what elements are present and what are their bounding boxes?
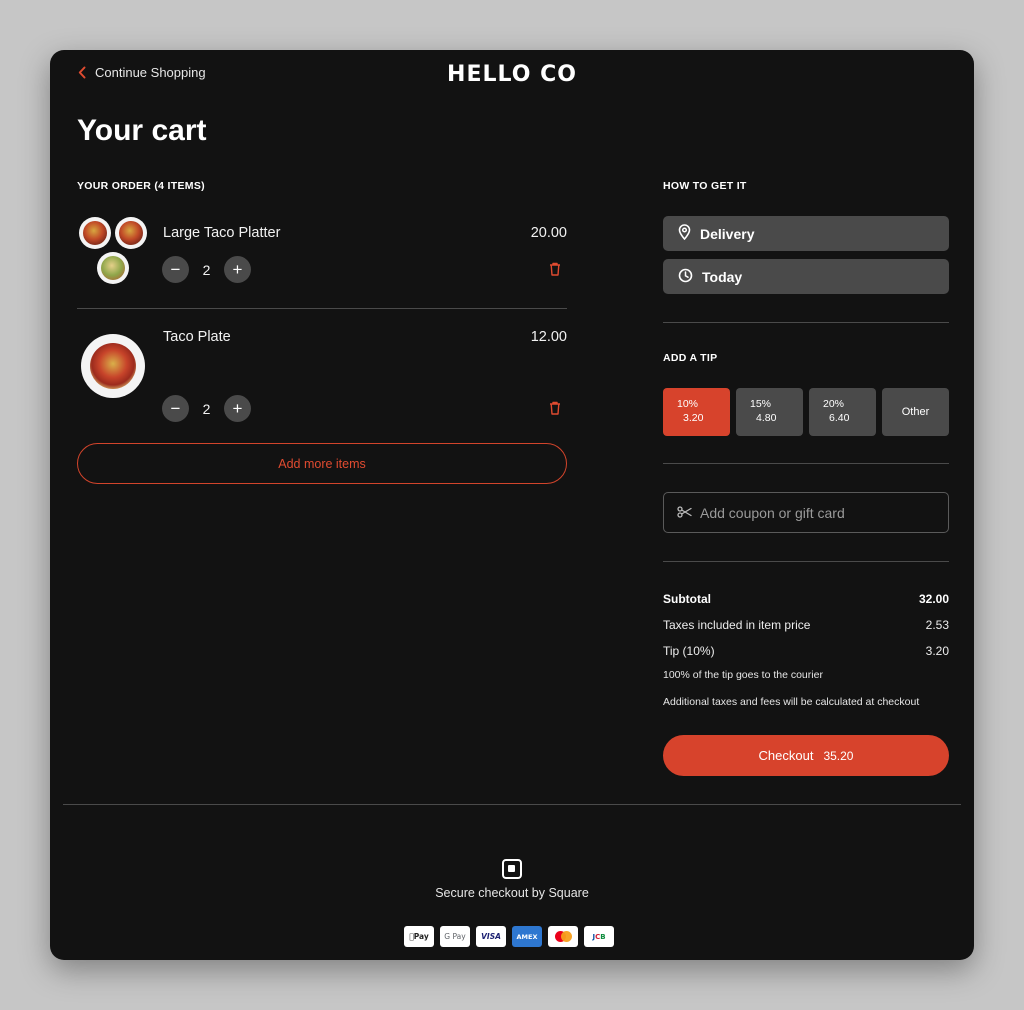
cart-item: Large Taco Platter 20.00 − 2 + bbox=[77, 217, 567, 317]
divider bbox=[663, 463, 949, 464]
subtotal-row: Subtotal 32.00 bbox=[663, 592, 949, 606]
tip-percent: 15% bbox=[750, 398, 772, 411]
trash-icon[interactable] bbox=[549, 262, 561, 281]
quantity-stepper: − 2 + bbox=[162, 256, 251, 283]
quantity-stepper: − 2 + bbox=[162, 395, 251, 422]
delivery-time-button[interactable]: Today bbox=[663, 259, 949, 294]
apple-pay-icon: Pay bbox=[404, 926, 434, 947]
divider bbox=[663, 561, 949, 562]
item-name: Large Taco Platter bbox=[163, 225, 281, 241]
coupon-input[interactable]: Add coupon or gift card bbox=[663, 492, 949, 533]
divider bbox=[663, 322, 949, 323]
page-title: Your cart bbox=[77, 114, 207, 147]
fees-note: Additional taxes and fees will be calcul… bbox=[663, 696, 920, 708]
item-price: 12.00 bbox=[530, 329, 567, 345]
footer-divider bbox=[63, 804, 961, 805]
increase-quantity-button[interactable]: + bbox=[224, 395, 251, 422]
scissors-icon bbox=[677, 505, 693, 521]
increase-quantity-button[interactable]: + bbox=[224, 256, 251, 283]
tip-percent: 10% bbox=[677, 398, 699, 411]
square-logo-icon bbox=[502, 859, 522, 879]
brand-logo[interactable]: HELLO CO bbox=[50, 62, 974, 87]
divider bbox=[77, 308, 567, 309]
item-quantity: 2 bbox=[202, 400, 211, 417]
delivery-method-label: Delivery bbox=[700, 225, 755, 242]
item-image bbox=[81, 334, 145, 398]
cart-item: Taco Plate 12.00 − 2 + bbox=[77, 326, 567, 426]
tip-label: Tip (10%) bbox=[663, 644, 715, 658]
tip-amount: 3.20 bbox=[683, 412, 704, 424]
checkout-label: Checkout bbox=[758, 748, 814, 763]
payment-methods: Pay G Pay VISA AMEX JCB bbox=[404, 926, 614, 947]
item-image bbox=[77, 217, 149, 289]
taxes-row: Taxes included in item price 2.53 bbox=[663, 618, 949, 632]
decrease-quantity-button[interactable]: − bbox=[162, 256, 189, 283]
taxes-value: 2.53 bbox=[925, 618, 949, 632]
amex-icon: AMEX bbox=[512, 926, 542, 947]
tip-row: Tip (10%) 3.20 bbox=[663, 644, 949, 658]
delivery-method-button[interactable]: Delivery bbox=[663, 216, 949, 251]
coupon-placeholder: Add coupon or gift card bbox=[700, 504, 845, 521]
tip-option-15[interactable]: 15% 4.80 bbox=[736, 388, 803, 436]
add-more-items-button[interactable]: Add more items bbox=[77, 443, 567, 484]
tip-heading: ADD A TIP bbox=[663, 352, 718, 364]
item-name: Taco Plate bbox=[163, 329, 231, 345]
tip-amount: 6.40 bbox=[829, 412, 850, 424]
location-pin-icon bbox=[678, 224, 691, 243]
taxes-label: Taxes included in item price bbox=[663, 618, 811, 632]
secure-checkout-text: Secure checkout by Square bbox=[435, 886, 589, 900]
tip-amount: 4.80 bbox=[756, 412, 777, 424]
tip-option-other[interactable]: Other bbox=[882, 388, 949, 436]
tip-percent: 20% bbox=[823, 398, 845, 411]
decrease-quantity-button[interactable]: − bbox=[162, 395, 189, 422]
tip-option-20[interactable]: 20% 6.40 bbox=[809, 388, 876, 436]
checkout-button[interactable]: Checkout 35.20 bbox=[663, 735, 949, 776]
clock-icon bbox=[678, 268, 693, 286]
subtotal-label: Subtotal bbox=[663, 592, 711, 606]
tip-option-10[interactable]: 10% 3.20 bbox=[663, 388, 730, 436]
order-heading: YOUR ORDER (4 ITEMS) bbox=[77, 180, 205, 192]
tip-value: 3.20 bbox=[925, 644, 949, 658]
checkout-total: 35.20 bbox=[823, 748, 854, 763]
mastercard-icon bbox=[548, 926, 578, 947]
google-pay-icon: G Pay bbox=[440, 926, 470, 947]
tip-note: 100% of the tip goes to the courier bbox=[663, 669, 823, 681]
trash-icon[interactable] bbox=[549, 401, 561, 420]
item-quantity: 2 bbox=[202, 261, 211, 278]
fulfillment-heading: HOW TO GET IT bbox=[663, 180, 747, 192]
subtotal-value: 32.00 bbox=[918, 592, 949, 606]
delivery-time-label: Today bbox=[702, 268, 743, 285]
item-price: 20.00 bbox=[530, 225, 567, 241]
jcb-icon: JCB bbox=[584, 926, 614, 947]
visa-icon: VISA bbox=[476, 926, 506, 947]
cart-window: Continue Shopping HELLO CO Your cart YOU… bbox=[50, 50, 974, 960]
